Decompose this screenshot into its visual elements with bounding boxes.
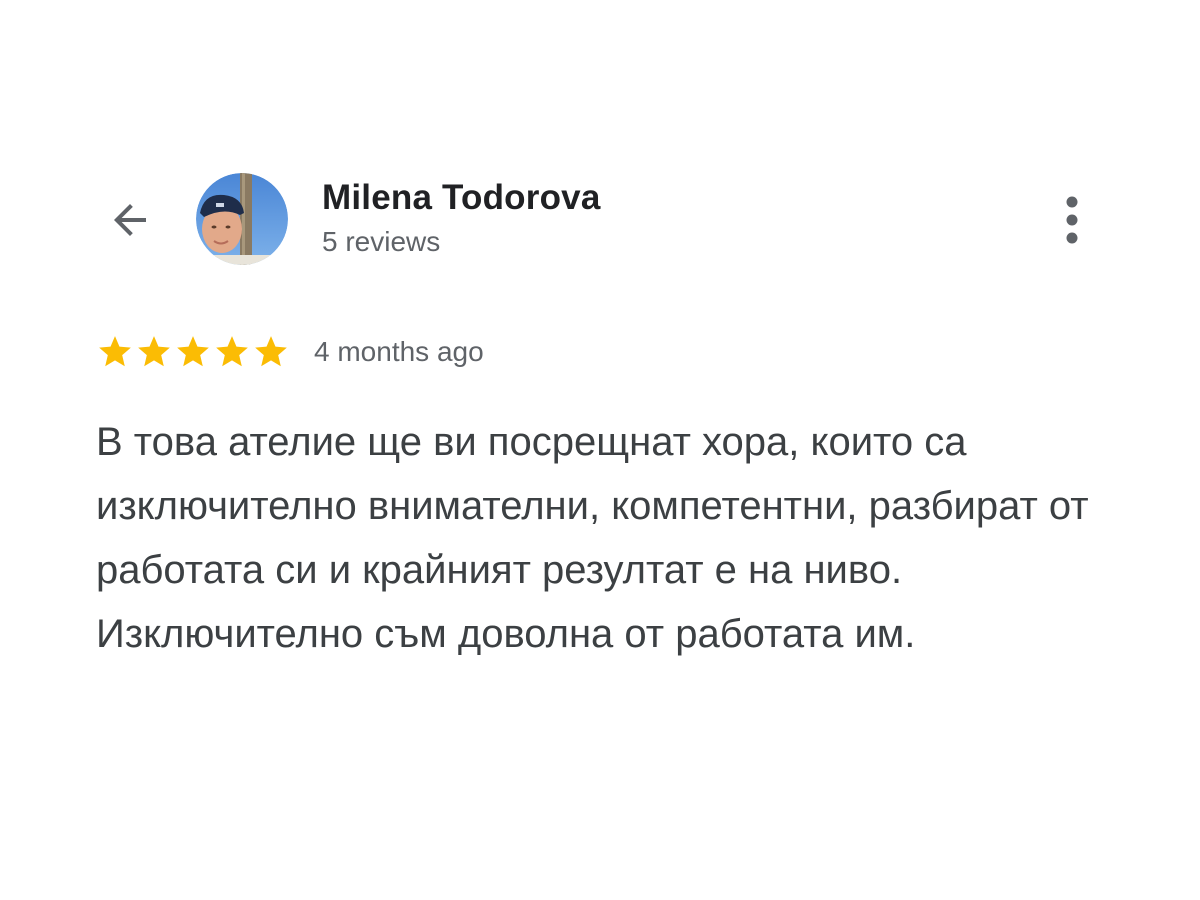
star-icon: [216, 336, 248, 367]
star-icon: [177, 336, 209, 367]
more-options-button[interactable]: [1046, 190, 1098, 250]
rating-row: 4 months ago: [96, 330, 484, 374]
star-icon: [138, 336, 170, 367]
review-header: Milena Todorova 5 reviews: [0, 170, 1200, 270]
star-rating: [96, 333, 290, 371]
arrow-back-icon: [114, 204, 146, 236]
back-button[interactable]: [102, 192, 158, 248]
star-icon: [255, 336, 287, 367]
avatar-photo: [196, 173, 288, 265]
more-vert-icon: [1066, 196, 1078, 244]
review-date: 4 months ago: [314, 336, 484, 367]
review-count: 5 reviews: [322, 226, 441, 257]
reviewer-name[interactable]: Milena Todorova: [322, 178, 601, 218]
review-text: В това ателие ще ви посрещнат хора, коит…: [96, 420, 1089, 656]
star-icon: [99, 336, 131, 367]
avatar[interactable]: [196, 173, 288, 265]
